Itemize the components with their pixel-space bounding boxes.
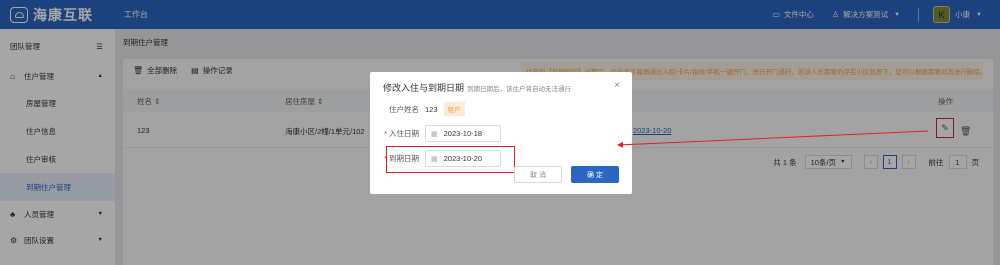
annotation-arrow [617, 130, 929, 148]
